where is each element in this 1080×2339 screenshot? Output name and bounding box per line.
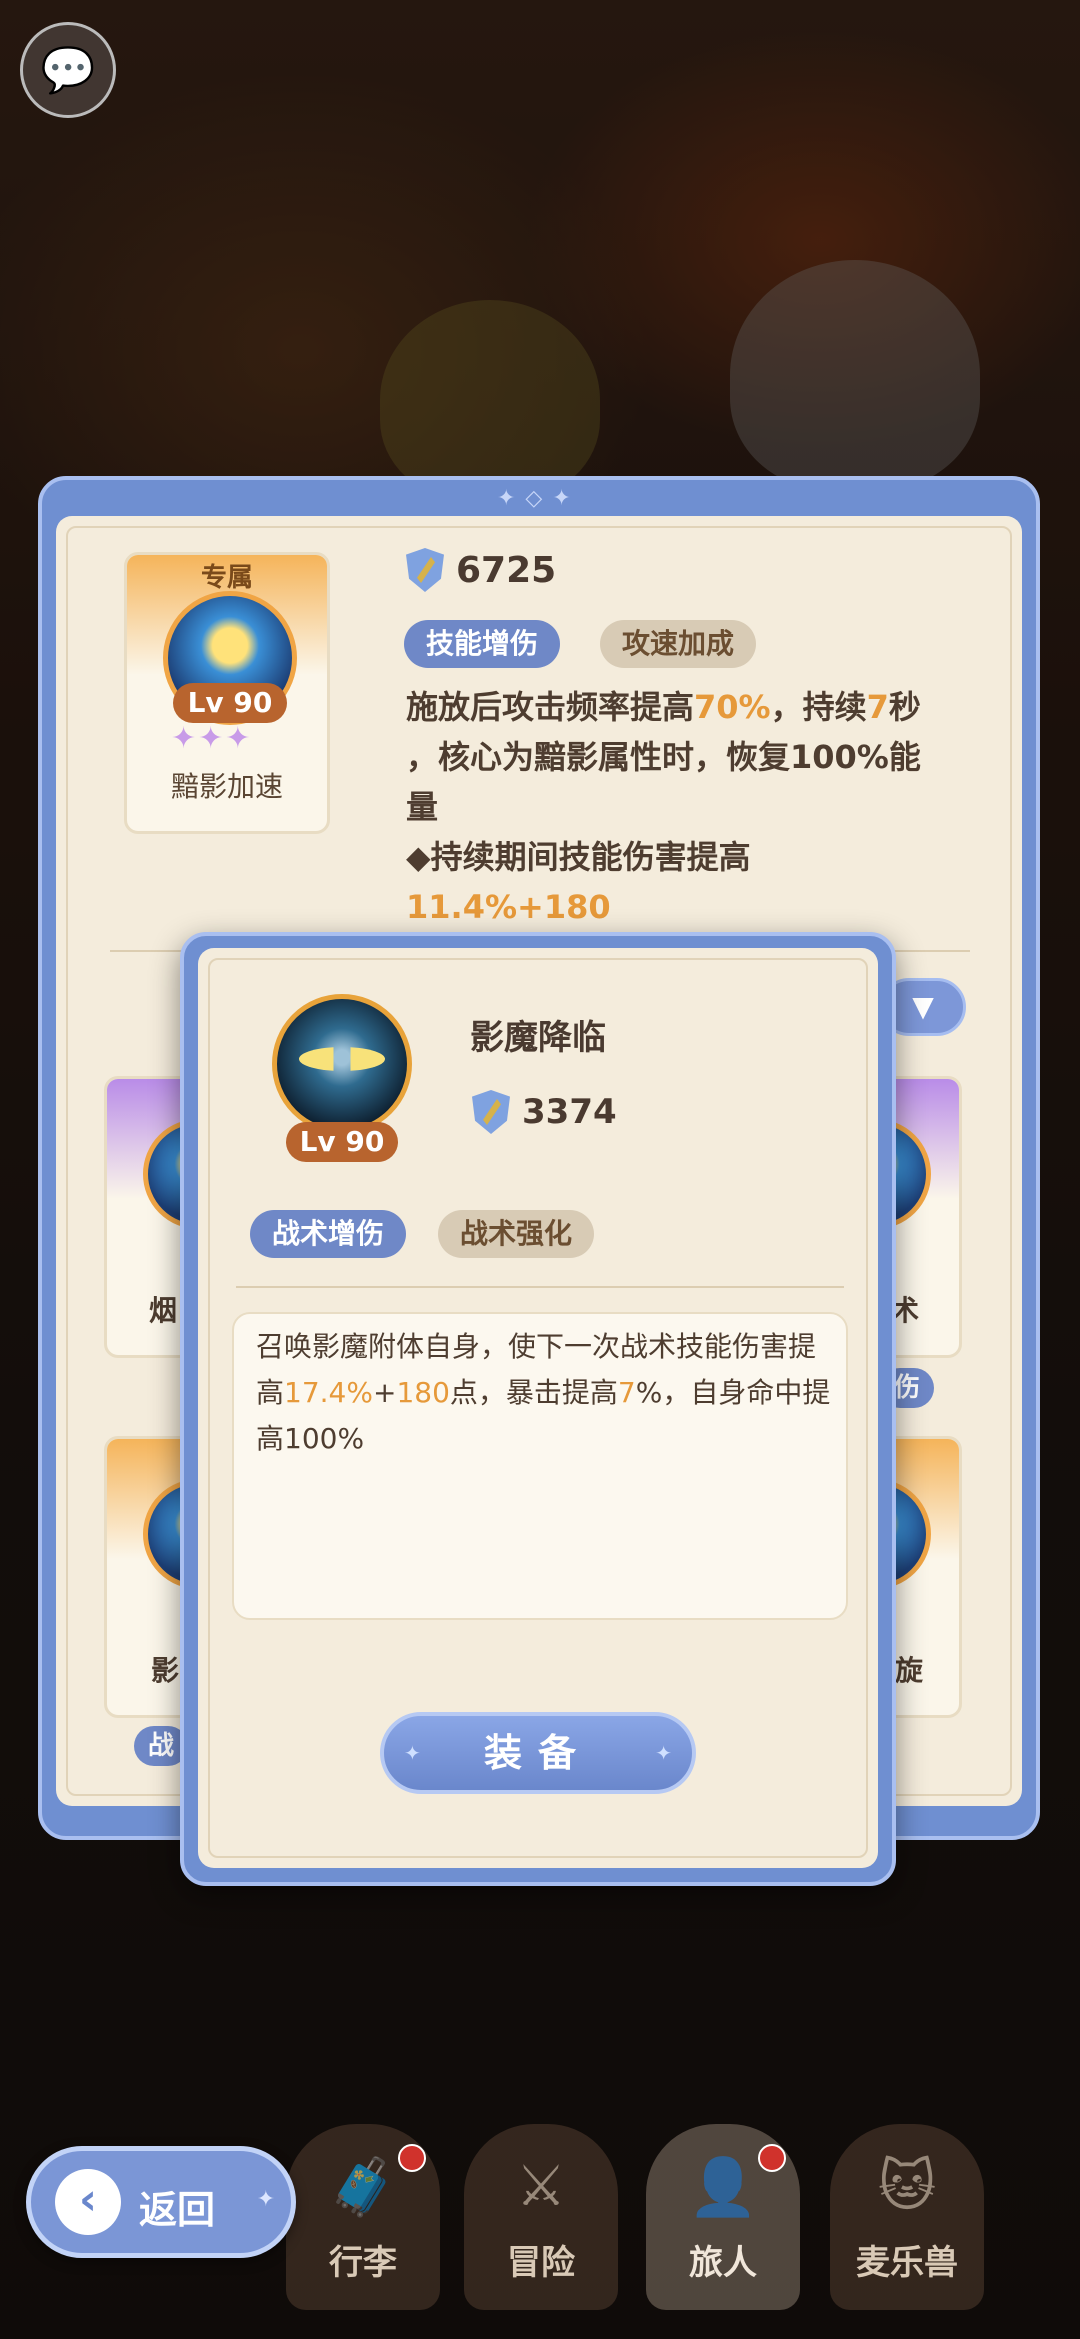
power-shield-icon xyxy=(472,1090,510,1134)
nav-tab-traveler[interactable]: 👤 旅人 xyxy=(646,2124,800,2310)
chat-button[interactable]: 💬 xyxy=(20,22,116,118)
main-skill-stars: ✦✦✦ xyxy=(171,721,253,756)
nav-tab-luggage[interactable]: 🧳 行李 xyxy=(286,2124,440,2310)
exclusive-tag: 专属 xyxy=(200,563,253,593)
popup-tag-2: 战术强化 xyxy=(438,1210,595,1258)
equip-label: 装备 xyxy=(483,1731,592,1775)
main-power-value: 6725 xyxy=(456,549,557,591)
nav-tab-adventure[interactable]: ⚔ 冒险 xyxy=(464,2124,618,2310)
main-skill-level: Lv 90 xyxy=(173,683,287,723)
popup-power-value: 3374 xyxy=(522,1092,617,1132)
popup-skill-level: Lv 90 xyxy=(286,1122,398,1162)
popup-skill-portrait xyxy=(272,994,412,1134)
equip-button[interactable]: ✦ 装备 ✦ xyxy=(380,1712,696,1794)
crossed-swords-icon: ⚔ xyxy=(515,2154,567,2219)
back-button[interactable]: ‹ 返回 ✦ xyxy=(26,2146,296,2258)
chat-bubble-icon: 💬 xyxy=(40,45,96,96)
pet-icon: 🐱 xyxy=(877,2154,937,2219)
main-tag-1: 技能增伤 xyxy=(404,620,561,668)
notification-dot xyxy=(758,2144,786,2172)
triangle-down-icon: ▼ xyxy=(912,990,934,1023)
main-skill-description: 施放后攻击频率提高70%，持续7秒 ，核心为黯影属性时，恢复100%能 量 ◆持… xyxy=(406,688,921,926)
popup-skill-name: 影魔降临 xyxy=(470,1018,606,1058)
popup-divider xyxy=(236,1286,844,1288)
main-power-row: 6725 xyxy=(406,548,556,592)
frame-ornament: ✦◇✦ xyxy=(497,486,581,511)
power-shield-icon xyxy=(406,548,444,592)
main-skill-name: 黯影加速 xyxy=(170,770,283,803)
popup-description: 召唤影魔附体自身，使下一次战术技能伤害提高17.4%+180点，暴击提高7%，自… xyxy=(256,1330,831,1455)
back-arrow-icon: ‹ xyxy=(55,2169,121,2235)
main-tag-2: 攻速加成 xyxy=(600,620,757,668)
popup-tag-1: 战术增伤 xyxy=(250,1210,407,1258)
main-skill-card[interactable]: 专属 Lv 90 ✦✦✦ 黯影加速 xyxy=(124,552,330,834)
nav-tab-pet[interactable]: 🐱 麦乐兽 xyxy=(830,2124,984,2310)
notification-dot xyxy=(398,2144,426,2172)
popup-power-row: 3374 xyxy=(472,1090,617,1134)
